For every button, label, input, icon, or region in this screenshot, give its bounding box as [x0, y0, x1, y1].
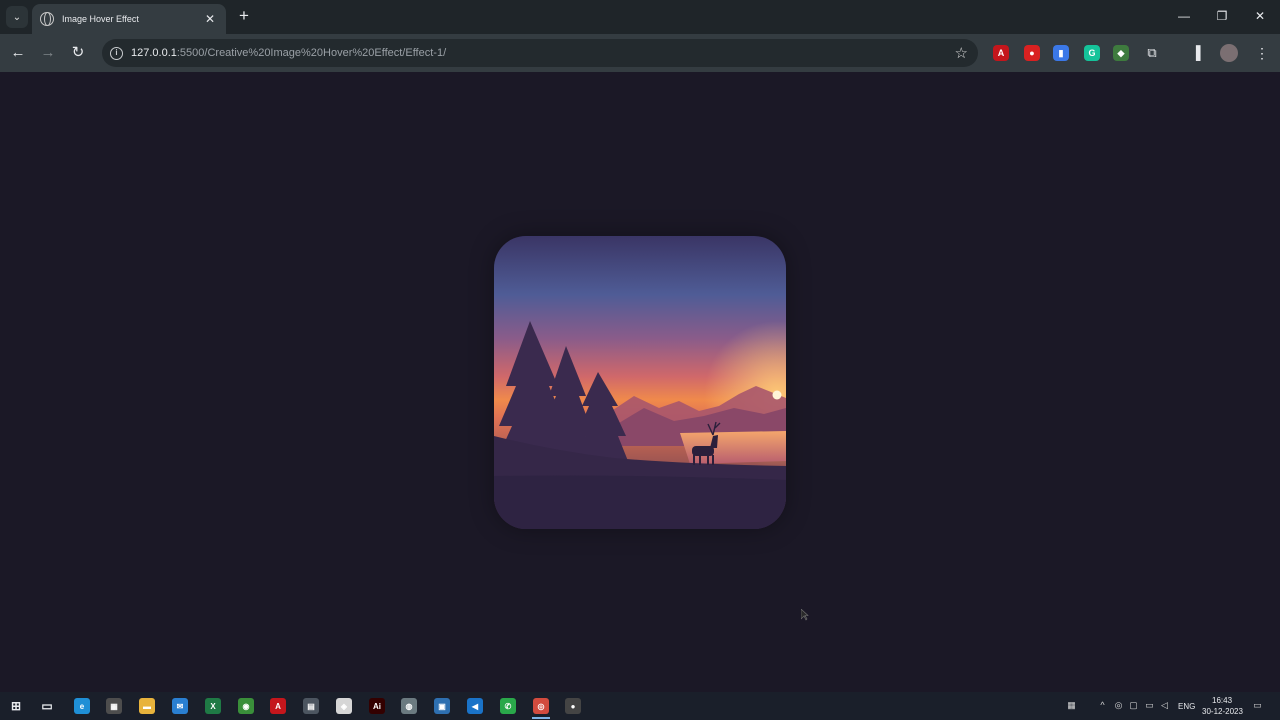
- url-path: :5500/Creative%20Image%20Hover%20Effect/…: [176, 47, 447, 59]
- file-explorer-icon[interactable]: ▬: [139, 698, 155, 714]
- edge-icon[interactable]: e: [74, 698, 90, 714]
- tab-search-button[interactable]: ⌄: [6, 6, 28, 28]
- store-icon[interactable]: ▦: [106, 698, 122, 714]
- chrome-icon[interactable]: ◉: [238, 698, 254, 714]
- pdf-extension-icon[interactable]: A: [993, 45, 1009, 61]
- unity-icon[interactable]: ◈: [336, 698, 352, 714]
- active-app-indicator: [532, 717, 550, 719]
- calculator-icon[interactable]: ▤: [303, 698, 319, 714]
- notification-icon[interactable]: ▭: [1252, 700, 1263, 711]
- active-tab[interactable]: Image Hover Effect ✕: [32, 4, 226, 34]
- minimize-button[interactable]: —: [1174, 6, 1194, 26]
- network-icon[interactable]: ▭: [1144, 700, 1155, 711]
- volume-icon[interactable]: ◁: [1159, 700, 1170, 711]
- keyboard-icon[interactable]: ▦: [1066, 700, 1077, 711]
- window-close-button[interactable]: ✕: [1250, 6, 1270, 26]
- deer-sunset-landscape-image: [494, 236, 786, 529]
- clock-time[interactable]: 16:43: [1212, 696, 1232, 705]
- adblock-extension-icon[interactable]: ●: [1024, 45, 1040, 61]
- url-host: 127.0.0.1: [131, 47, 177, 59]
- recorder-icon[interactable]: ●: [565, 698, 581, 714]
- back-button[interactable]: ←: [7, 42, 29, 64]
- language-indicator[interactable]: ENG: [1178, 702, 1195, 711]
- tab-title: Image Hover Effect: [62, 14, 139, 24]
- address-bar[interactable]: i 127.0.0.1 :5500/Creative%20Image%20Hov…: [102, 39, 978, 67]
- docs-extension-icon[interactable]: ▮: [1053, 45, 1069, 61]
- sun-shape: [772, 390, 782, 400]
- mail-icon[interactable]: ✉: [172, 698, 188, 714]
- mouse-cursor-icon: [801, 609, 809, 621]
- browser-toolbar: ← → ↻ i 127.0.0.1 :5500/Creative%20Image…: [0, 34, 1280, 72]
- reload-button[interactable]: ↻: [67, 42, 89, 64]
- chrome-canary-icon[interactable]: ◎: [533, 698, 549, 714]
- task-view-icon[interactable]: ▭: [39, 698, 55, 714]
- clock-date[interactable]: 30-12-2023: [1202, 707, 1243, 716]
- extensions-puzzle-icon[interactable]: ⧉: [1141, 42, 1163, 64]
- browser-menu-icon[interactable]: ⋮: [1251, 42, 1273, 64]
- photos-icon[interactable]: ◍: [401, 698, 417, 714]
- remote-icon[interactable]: ▣: [434, 698, 450, 714]
- windows-taskbar: ⊞ ▭ e ▦ ▬ ✉ X ◉ A ▤ ◈ Ai ◍ ▣ ◀ ✆ ◎ ● ▦ ^ ◎ ▢ ▭ ◁ ENG 16:4…: [0, 692, 1280, 720]
- excel-icon[interactable]: X: [205, 698, 221, 714]
- site-info-icon[interactable]: i: [110, 46, 123, 60]
- security-icon[interactable]: ▢: [1128, 700, 1139, 711]
- profile-avatar[interactable]: [1218, 42, 1240, 64]
- whatsapp-icon[interactable]: ✆: [500, 698, 516, 714]
- side-panel-icon[interactable]: ▐: [1185, 42, 1207, 64]
- restore-button[interactable]: ❐: [1212, 6, 1232, 26]
- tab-close-button[interactable]: ✕: [202, 12, 218, 26]
- illustrator-icon[interactable]: Ai: [369, 698, 385, 714]
- globe-icon: [40, 12, 54, 26]
- tray-chevron-icon[interactable]: ^: [1097, 700, 1108, 711]
- acrobat-icon[interactable]: A: [270, 698, 286, 714]
- bookmark-star-icon[interactable]: ☆: [955, 44, 968, 62]
- color-picker-extension-icon[interactable]: ◆: [1113, 45, 1129, 61]
- start-icon[interactable]: ⊞: [8, 698, 24, 714]
- location-icon[interactable]: ◎: [1113, 700, 1124, 711]
- landscape-image-card[interactable]: [494, 236, 786, 529]
- vscode-icon[interactable]: ◀: [467, 698, 483, 714]
- forward-button[interactable]: →: [37, 42, 59, 64]
- tab-strip: ⌄ Image Hover Effect ✕ + — ❐ ✕: [0, 0, 1280, 34]
- new-tab-button[interactable]: +: [234, 6, 254, 26]
- page-viewport: [0, 72, 1280, 692]
- grammarly-extension-icon[interactable]: G: [1084, 45, 1100, 61]
